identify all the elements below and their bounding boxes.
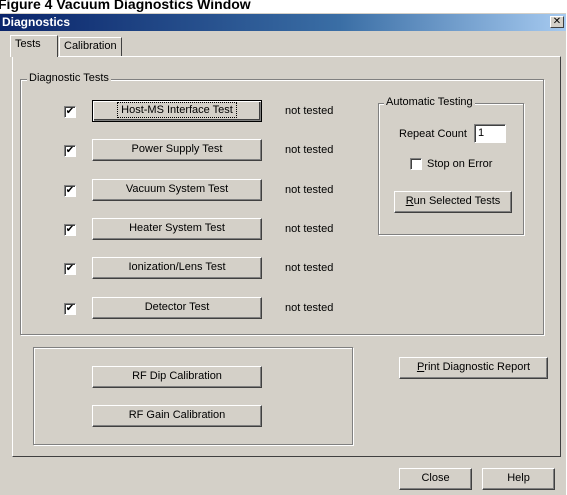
checkmark-icon: ✔ [65, 145, 75, 156]
test-button-label: Host-MS Interface Test [117, 102, 237, 118]
help-button[interactable]: Help [482, 468, 555, 490]
heater-system-test-button[interactable]: Heater System Test [92, 218, 262, 240]
checkmark-icon: ✔ [65, 263, 75, 274]
checkmark-icon: ✔ [65, 185, 75, 196]
test-button-label: Detector Test [144, 301, 210, 313]
run-selected-tests-button[interactable]: Run Selected Tests [394, 191, 512, 213]
test-status: not tested [285, 223, 334, 235]
checkmark-icon: ✔ [65, 303, 75, 314]
repeat-count-input[interactable]: 1 [474, 124, 506, 143]
help-button-label: Help [507, 472, 530, 484]
rf-dip-calibration-label: RF Dip Calibration [132, 370, 222, 382]
repeat-count-label: Repeat Count [399, 128, 467, 140]
test-status: not tested [285, 184, 334, 196]
tab-tests-label: Tests [15, 38, 41, 50]
close-button[interactable]: Close [399, 468, 472, 490]
test-button-label: Vacuum System Test [125, 183, 229, 195]
automatic-testing-legend: Automatic Testing [384, 96, 475, 108]
print-diagnostic-report-button[interactable]: Print Diagnostic Report [399, 357, 548, 379]
test-button-label: Ionization/Lens Test [128, 261, 226, 273]
stop-on-error-checkbox[interactable] [410, 158, 422, 170]
test-checkbox[interactable]: ✔ [64, 145, 76, 157]
stop-on-error-label: Stop on Error [427, 158, 493, 170]
test-status: not tested [285, 262, 334, 274]
rf-gain-calibration-label: RF Gain Calibration [128, 409, 226, 421]
run-mnemonic: R [405, 195, 414, 207]
rf-gain-calibration-button[interactable]: RF Gain Calibration [92, 405, 262, 427]
ionization-lens-test-button[interactable]: Ionization/Lens Test [92, 257, 262, 279]
title-bar: Diagnostics ✕ [0, 14, 566, 31]
calibration-group [33, 347, 353, 445]
tab-calibration-label: Calibration [64, 40, 117, 52]
close-icon: ✕ [552, 16, 562, 27]
test-checkbox[interactable]: ✔ [64, 106, 76, 118]
host-ms-interface-test-button[interactable]: Host-MS Interface Test [92, 100, 262, 122]
test-checkbox[interactable]: ✔ [64, 185, 76, 197]
power-supply-test-button[interactable]: Power Supply Test [92, 139, 262, 161]
test-button-label: Heater System Test [129, 222, 225, 234]
vacuum-system-test-button[interactable]: Vacuum System Test [92, 179, 262, 201]
close-button-label: Close [421, 472, 450, 484]
diagnostic-tests-legend: Diagnostic Tests [27, 72, 111, 84]
test-checkbox[interactable]: ✔ [64, 263, 76, 275]
test-status: not tested [285, 144, 334, 156]
test-checkbox[interactable]: ✔ [64, 303, 76, 315]
run-button-label: un Selected Tests [413, 195, 501, 207]
rf-dip-calibration-button[interactable]: RF Dip Calibration [92, 366, 262, 388]
test-checkbox[interactable]: ✔ [64, 224, 76, 236]
close-window-button[interactable]: ✕ [550, 16, 564, 28]
window-title: Diagnostics [2, 15, 71, 29]
detector-test-button[interactable]: Detector Test [92, 297, 262, 319]
test-button-label: Power Supply Test [131, 143, 223, 155]
diagnostics-window: Diagnostics ✕ Tests Calibration Diagnost… [0, 13, 566, 495]
caption-text: Figure 4 Vacuum Diagnostics Window [0, 0, 251, 12]
test-status: not tested [285, 302, 334, 314]
print-button-label: rint Diagnostic Report [424, 361, 531, 373]
test-status: not tested [285, 105, 334, 117]
tab-tests[interactable]: Tests [10, 35, 58, 57]
tab-calibration[interactable]: Calibration [59, 37, 122, 56]
checkmark-icon: ✔ [65, 224, 75, 235]
checkmark-icon: ✔ [65, 106, 75, 117]
